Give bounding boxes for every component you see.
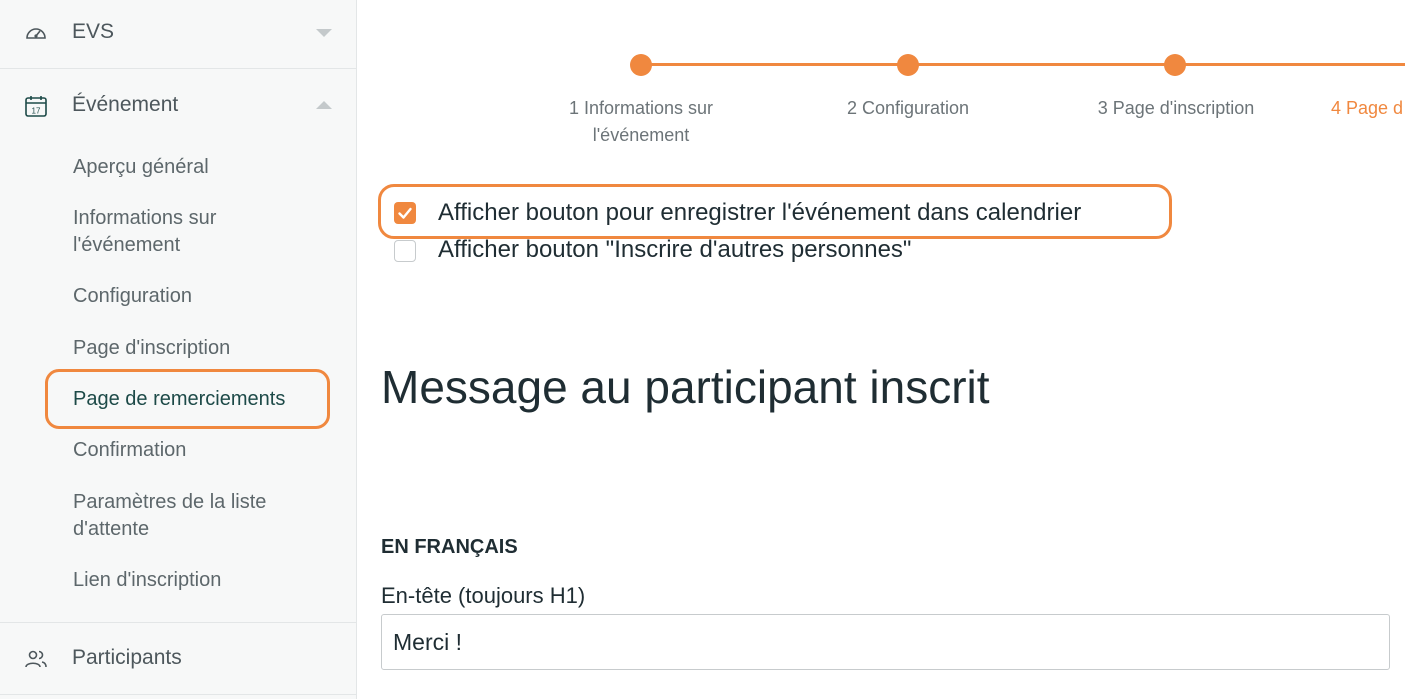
section-title-francais: EN FRANÇAIS — [381, 536, 518, 558]
nav-section-evenement-label: Événement — [72, 93, 179, 116]
divider — [0, 694, 356, 695]
nav-section-participants-label: Participants — [72, 646, 182, 669]
message-title: Message au participant inscrit — [381, 361, 990, 413]
register-others-checkbox[interactable] — [394, 240, 416, 262]
nav-section-evenement[interactable]: 17 Événement — [0, 91, 356, 121]
sidebar-item-page-inscription[interactable]: Page d'inscription — [73, 335, 230, 362]
sidebar-item-liste-attente[interactable]: Paramètres de la liste d'attente — [73, 489, 303, 543]
step-dot-3[interactable] — [1164, 54, 1186, 76]
sidebar-item-lien-inscription[interactable]: Lien d'inscription — [73, 567, 221, 594]
calendar-button-label[interactable]: Afficher bouton pour enregistrer l'événe… — [438, 199, 1081, 227]
sidebar-item-confirmation[interactable]: Confirmation — [73, 437, 186, 464]
chevron-down-icon[interactable] — [316, 29, 332, 37]
chevron-up-icon[interactable] — [316, 101, 332, 109]
step-dot-1[interactable] — [630, 54, 652, 76]
nav-section-participants[interactable]: Participants — [0, 644, 356, 674]
step-dot-2[interactable] — [897, 54, 919, 76]
header-input[interactable] — [381, 614, 1390, 670]
nav-section-evs-label: EVS — [72, 20, 115, 43]
sidebar: EVS 17 Événement Aperçu général Informat… — [0, 0, 357, 699]
step-label-1[interactable]: 1 Informations sur l'événement — [550, 95, 732, 149]
svg-text:17: 17 — [32, 107, 41, 116]
nav-section-evs[interactable]: EVS — [0, 18, 356, 48]
step-label-4[interactable]: 4 Page d — [1331, 95, 1405, 122]
divider — [0, 68, 356, 69]
step-label-2[interactable]: 2 Configuration — [808, 95, 1008, 122]
users-icon — [25, 650, 47, 668]
calendar-icon: 17 — [25, 96, 47, 117]
sidebar-item-configuration[interactable]: Configuration — [73, 283, 192, 310]
sidebar-item-apercu[interactable]: Aperçu général — [73, 154, 209, 181]
checkmark-icon — [398, 207, 412, 219]
divider — [0, 622, 356, 623]
step-label-3[interactable]: 3 Page d'inscription — [1066, 95, 1286, 122]
register-others-label[interactable]: Afficher bouton "Inscrire d'autres perso… — [438, 236, 911, 264]
dashboard-gauge-icon — [26, 28, 46, 39]
sidebar-item-informations[interactable]: Informations sur l'événement — [73, 205, 273, 259]
header-field-label: En-tête (toujours H1) — [381, 583, 586, 608]
stepper-line — [641, 63, 1405, 66]
calendar-button-checkbox[interactable] — [394, 202, 416, 224]
sidebar-item-page-remerciements[interactable]: Page de remerciements — [73, 386, 285, 413]
